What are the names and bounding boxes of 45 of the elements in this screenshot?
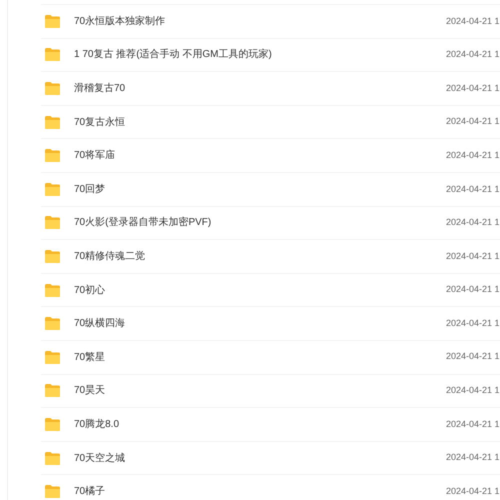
folder-name[interactable]: 70永恒版本独家制作 [74, 14, 166, 29]
modified-date: 2024-04-21 1 [446, 14, 500, 28]
folder-icon [44, 248, 61, 264]
folder-icon [44, 148, 61, 164]
modified-date: 2024-04-21 1 [446, 384, 500, 398]
folder-icon [44, 484, 61, 500]
modified-date: 2024-04-21 1 [446, 350, 500, 364]
folder-name[interactable]: 70回梦 [74, 182, 106, 197]
folder-name[interactable]: 滑稽复古70 [74, 80, 126, 96]
folder-icon [44, 182, 61, 197]
folder-name[interactable]: 70腾龙8.0 [74, 416, 120, 432]
modified-date: 2024-04-21 1 [446, 250, 500, 263]
modified-date: 2024-04-21 1 [446, 115, 500, 128]
folder-icon [44, 383, 61, 398]
folder-icon [44, 282, 61, 298]
modified-date: 2024-04-21 1 [446, 283, 500, 296]
modified-date: 2024-04-21 1 [446, 148, 500, 162]
folder-icon [44, 450, 61, 466]
folder-icon [44, 350, 61, 365]
folder-name[interactable]: 70昊天 [74, 383, 106, 398]
modified-date: 2024-04-21 1 [446, 418, 500, 431]
folder-name[interactable]: 70火影(登录器自带未加密PVF) [74, 215, 212, 230]
folder-icon [44, 416, 61, 432]
folder-name[interactable]: 70纵横四海 [74, 316, 126, 332]
modified-date: 2024-04-21 1 [446, 216, 500, 230]
folder-icon [44, 14, 61, 29]
modified-date: 2024-04-21 1 [446, 82, 500, 95]
folder-icon [44, 80, 61, 96]
folder-icon [44, 215, 61, 230]
folder-name[interactable]: 1 70复古 推荐(适合手动 不用GM工具的玩家) [74, 47, 272, 62]
folder-name[interactable]: 70橘子 [74, 484, 106, 500]
folder-name[interactable]: 70复古永恒 [74, 114, 126, 130]
folder-name[interactable]: 70繁星 [74, 350, 106, 365]
folder-icon [44, 47, 61, 62]
folder-name[interactable]: 70精修侍魂二觉 [74, 248, 146, 264]
folder-name[interactable]: 70将军庙 [74, 148, 116, 164]
modified-date: 2024-04-21 1 [446, 451, 500, 464]
folder-icon [44, 316, 61, 332]
modified-date: 2024-04-21 1 [446, 182, 500, 196]
folder-icon [44, 114, 61, 130]
modified-date: 2024-04-21 1 [446, 48, 500, 62]
folder-name[interactable]: 70天空之城 [74, 450, 126, 466]
modified-date: 2024-04-21 1 [446, 484, 500, 498]
folder-name[interactable]: 70初心 [74, 282, 106, 298]
modified-date: 2024-04-21 1 [446, 316, 500, 330]
